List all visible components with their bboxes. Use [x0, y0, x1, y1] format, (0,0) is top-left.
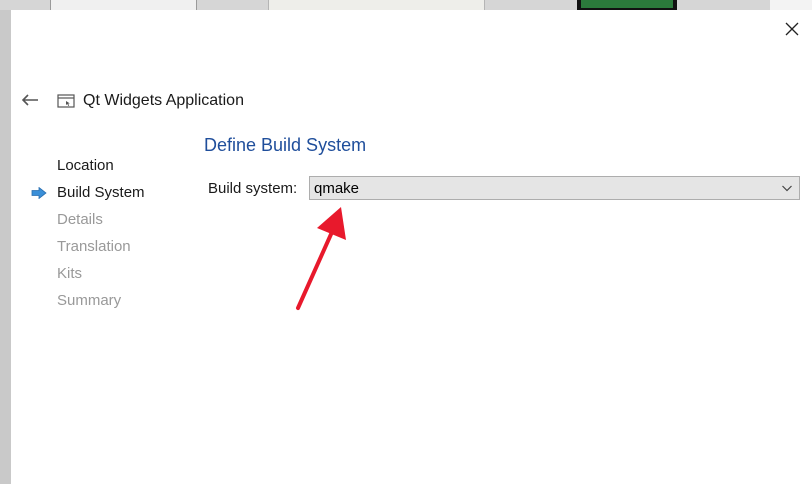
background-window: [577, 0, 677, 10]
step-label: Build System: [57, 184, 145, 201]
step-label: Details: [57, 211, 103, 228]
step-translation: Translation: [31, 233, 145, 260]
wizard-dialog: Qt Widgets Application Location Build Sy…: [11, 10, 812, 484]
build-system-select[interactable]: qmake: [309, 176, 800, 200]
wizard-title: Qt Widgets Application: [83, 92, 244, 109]
wizard-header: Qt Widgets Application: [57, 90, 244, 112]
chevron-down-icon: [782, 185, 792, 192]
build-system-value: qmake: [314, 179, 360, 197]
step-label: Kits: [57, 265, 83, 282]
page-title: Define Build System: [204, 135, 367, 155]
step-label: Translation: [57, 238, 131, 255]
close-icon: [785, 22, 799, 36]
build-system-label: Build system:: [208, 180, 298, 197]
step-details: Details: [31, 206, 145, 233]
close-button[interactable]: [781, 18, 803, 40]
window-icon: [57, 94, 75, 108]
step-kits: Kits: [31, 260, 145, 287]
step-location: Location: [31, 152, 145, 179]
step-label: Summary: [57, 292, 122, 309]
background-window: [770, 0, 812, 10]
wizard-steps: Location Build System Details Translatio…: [31, 152, 145, 314]
step-label: Location: [57, 157, 114, 174]
step-summary: Summary: [31, 287, 145, 314]
arrow-left-icon: [21, 94, 38, 106]
step-build-system: Build System: [31, 179, 145, 206]
annotation-arrow: [296, 207, 346, 310]
back-button[interactable]: [19, 90, 41, 110]
arrow-right-icon: [31, 186, 47, 199]
background-windows: [0, 0, 812, 11]
